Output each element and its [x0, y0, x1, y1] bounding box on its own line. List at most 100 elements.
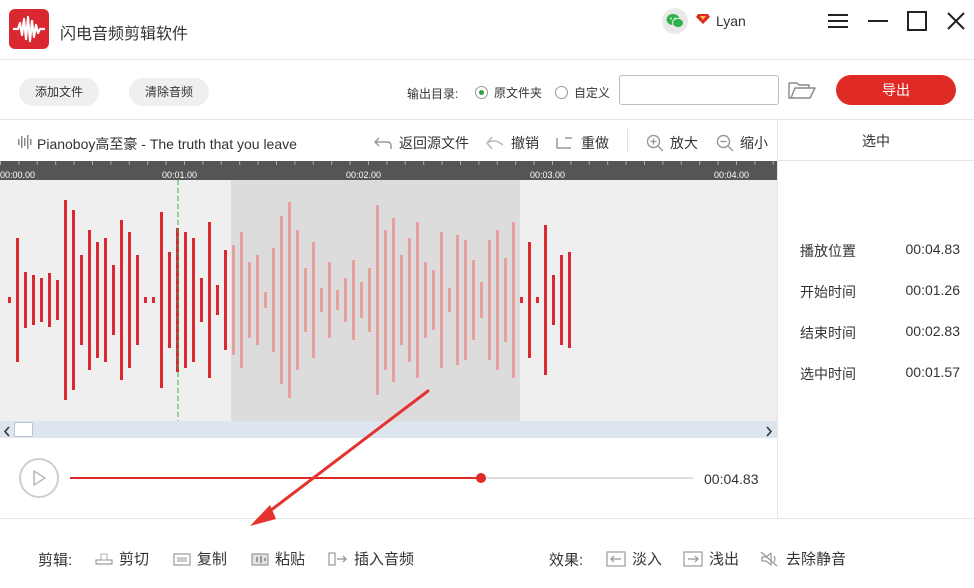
ruler-minor-ticks: [0, 161, 774, 165]
zoom-out-button[interactable]: 缩小: [716, 133, 768, 153]
track-header: Pianoboy高至豪 - The truth that you leave 返…: [0, 121, 777, 161]
fade-out-button[interactable]: 浅出: [683, 548, 739, 569]
player-bar: 00:04.83: [0, 438, 777, 518]
waveform-bar: [320, 288, 323, 312]
ruler-minor-tick: [312, 161, 314, 165]
redo-label: 重做: [581, 135, 609, 151]
zoom-out-label: 缩小: [740, 135, 768, 151]
paste-button[interactable]: 粘贴: [251, 548, 305, 569]
undo-label: 撤销: [511, 135, 539, 151]
waveform-bar: [528, 242, 531, 358]
horizontal-scrollbar[interactable]: [0, 421, 777, 438]
ruler-minor-tick: [331, 161, 333, 165]
undo-button[interactable]: 撤销: [485, 133, 539, 153]
maximize-icon[interactable]: [906, 10, 928, 32]
insert-audio-label: 插入音频: [354, 551, 415, 568]
ruler-minor-tick: [386, 161, 388, 165]
selection-panel-header: 选中: [778, 121, 974, 161]
waveform-bar: [472, 260, 475, 340]
waveform-bar: [504, 258, 507, 342]
copy-button[interactable]: 复制: [173, 548, 227, 569]
waveform-bar: [208, 222, 211, 378]
waveform-bar: [200, 278, 203, 322]
ruler-minor-tick: [294, 161, 296, 165]
waveform-bar: [72, 210, 75, 390]
ruler-minor-tick: [662, 161, 664, 165]
radio-custom-label: 自定义: [574, 86, 611, 100]
progress-knob[interactable]: [476, 473, 487, 483]
waveform-bar: [272, 248, 275, 352]
menu-icon[interactable]: [827, 10, 849, 32]
waveform-bar: [344, 278, 347, 322]
radio-dot[interactable]: [555, 86, 568, 99]
time-ruler[interactable]: 00:00.00 00:01.00 00:02.00 00:03.00 00:0…: [0, 161, 777, 180]
effects-label: 效果:: [549, 552, 584, 569]
ruler-tick-label: 00:04.00: [714, 170, 749, 180]
ruler-minor-tick: [588, 161, 590, 165]
close-icon[interactable]: [945, 10, 967, 32]
play-button[interactable]: [19, 458, 59, 498]
current-time: 00:04.83: [704, 471, 759, 487]
folder-open-icon[interactable]: [788, 80, 816, 105]
output-dir-label: 输出目录:: [407, 87, 459, 101]
minimize-icon[interactable]: [867, 10, 889, 32]
ruler-minor-tick: [184, 161, 185, 165]
user-area[interactable]: Lyan: [662, 8, 746, 34]
waveform-bar: [520, 297, 523, 303]
waveform-bar: [232, 245, 235, 355]
paste-icon: [251, 552, 269, 566]
waveform-bar: [16, 238, 19, 362]
radio-original-folder[interactable]: 原文件夹: [475, 84, 542, 101]
waveform-bar: [480, 282, 483, 318]
revert-source-button[interactable]: 返回源文件: [373, 133, 469, 153]
output-path-input[interactable]: [619, 75, 779, 105]
redo-button[interactable]: 重做: [555, 133, 609, 153]
waveform-bar: [128, 232, 131, 368]
ruler-minor-tick: [202, 161, 204, 165]
ruler-tick-label: 00:01.00: [162, 170, 197, 180]
waveform-area[interactable]: [0, 180, 777, 421]
progress-fill: [70, 477, 482, 479]
waveform-bar: [384, 230, 387, 370]
username: Lyan: [716, 13, 746, 29]
remove-silence-button[interactable]: 去除静音: [760, 548, 846, 569]
waveform-bar: [88, 230, 91, 370]
wechat-icon[interactable]: [662, 8, 688, 34]
insert-audio-button[interactable]: 插入音频: [328, 548, 414, 569]
info-row-play-position: 播放位置 00:04.83: [800, 241, 960, 261]
waveform-bar: [544, 225, 547, 375]
info-row-end-time: 结束时间 00:02.83: [800, 323, 960, 343]
waveform-icon: [17, 135, 33, 154]
cut-icon: [95, 552, 113, 565]
toolbar: 添加文件 清除音频 输出目录: 原文件夹 自定义 导出: [0, 60, 974, 120]
ruler-tick-label: 00:03.00: [530, 170, 565, 180]
ruler-minor-tick: [607, 161, 609, 165]
fade-in-button[interactable]: 淡入: [606, 548, 662, 569]
zoom-in-button[interactable]: 放大: [646, 133, 698, 153]
ruler-minor-tick: [368, 161, 369, 165]
waveform-bar: [8, 297, 11, 303]
waveform-bar: [448, 288, 451, 312]
app-logo-icon: [9, 9, 49, 49]
ruler-minor-tick: [18, 161, 20, 165]
radio-custom-folder[interactable]: 自定义: [555, 84, 610, 101]
scroll-thumb[interactable]: [14, 422, 33, 437]
export-button[interactable]: 导出: [836, 75, 956, 105]
waveform-bar: [464, 240, 467, 360]
waveform-bar: [416, 222, 419, 378]
waveform-bar: [536, 297, 539, 303]
ruler-minor-tick: [496, 161, 498, 165]
radio-dot-selected[interactable]: [475, 86, 488, 99]
progress-track[interactable]: [70, 473, 693, 483]
edit-label: 剪辑:: [38, 552, 73, 569]
info-row-start-time: 开始时间 00:01.26: [800, 282, 960, 302]
clear-audio-button[interactable]: 清除音频: [129, 78, 210, 106]
waveform-bar: [488, 240, 491, 360]
mute-speaker-icon: [760, 551, 778, 566]
add-file-button[interactable]: 添加文件: [19, 78, 100, 106]
waveform-bar: [56, 280, 59, 320]
waveform-bar: [456, 235, 459, 365]
cut-button[interactable]: 剪切: [95, 548, 149, 569]
waveform-bar: [336, 290, 339, 310]
ruler-minor-tick: [699, 161, 701, 165]
